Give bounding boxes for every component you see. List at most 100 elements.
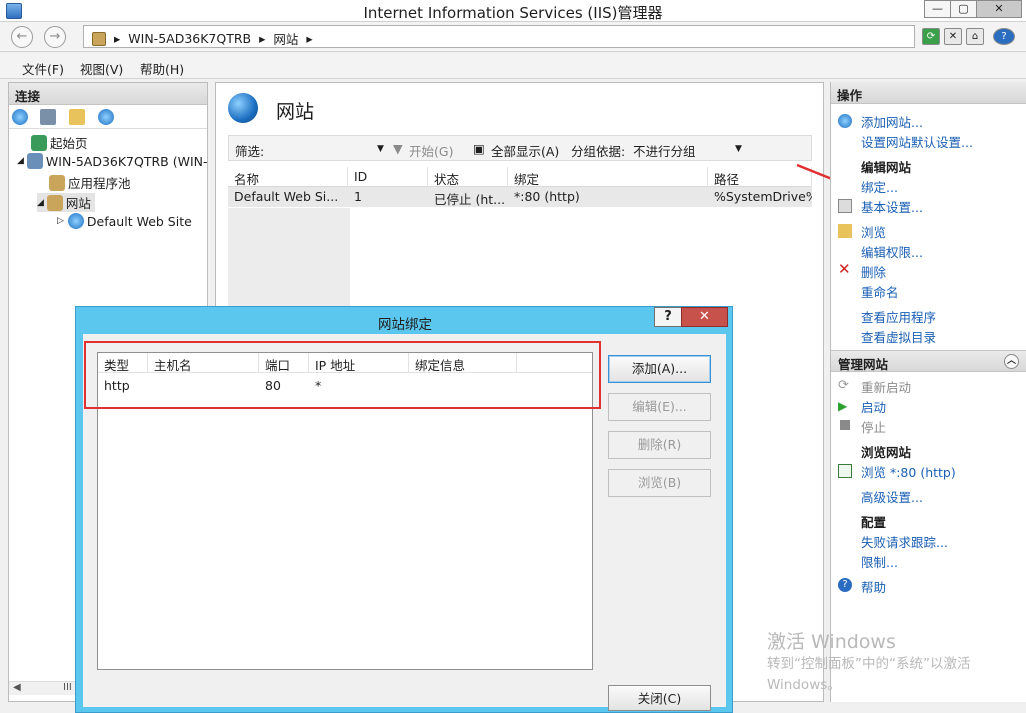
add-binding-button[interactable]: 添加(A)... — [608, 355, 711, 383]
save-icon[interactable] — [40, 109, 56, 125]
forward-button[interactable]: → — [44, 26, 66, 48]
browse-binding-button[interactable]: 浏览(B) — [608, 469, 711, 497]
rename-link[interactable]: 重命名 — [861, 282, 899, 301]
menu-file[interactable]: 文件(F) — [22, 59, 64, 78]
maximize-button[interactable]: ▢ — [950, 0, 977, 18]
filter-label: 筛选: — [235, 144, 265, 159]
start-page-icon — [31, 134, 47, 151]
start-icon: ▶ — [838, 399, 848, 413]
disconnect-icon[interactable] — [98, 109, 114, 125]
edit-binding-button[interactable]: 编辑(E)... — [608, 393, 711, 421]
cell-name: Default Web Si... — [234, 189, 339, 204]
browse-http-link[interactable]: 浏览 *:80 (http) — [861, 462, 956, 481]
help-link[interactable]: 帮助 — [861, 577, 886, 596]
group-by-select[interactable]: 不进行分组 — [633, 141, 696, 160]
address-row: ← → ▸ WIN-5AD36K7QTRB ▸ 网站 ▸ ⟳ ✕ ⌂ ? — [0, 22, 1026, 52]
activation-watermark-text: 转到“控制面板”中的“系统”以激活 Windows。 — [767, 654, 970, 696]
collapse-arrow-icon[interactable]: ▷ — [57, 216, 64, 226]
tree-item-default-site[interactable]: ▷ Default Web Site — [57, 213, 192, 229]
sites-folder-icon — [46, 194, 63, 211]
cell-id: 1 — [354, 189, 362, 204]
show-all-button[interactable]: 全部显示(A) — [491, 141, 559, 160]
red-highlight-box — [84, 341, 601, 409]
config-heading: 配置 — [861, 515, 887, 530]
actions-header: 操作 — [831, 82, 1026, 104]
start-filter-button[interactable]: 开始(G) — [409, 141, 453, 160]
basic-settings-icon — [838, 199, 852, 213]
col-binding[interactable]: 绑定 — [508, 167, 708, 187]
server-icon — [26, 153, 43, 169]
dialog-body: 类型 主机名 端口 IP 地址 绑定信息 http 80 * 添加(A)... … — [83, 334, 726, 711]
breadcrumb-separator-icon: ▸ — [259, 31, 266, 46]
dialog-help-button[interactable]: ? — [654, 307, 682, 327]
expand-icon[interactable]: ◢ — [37, 198, 44, 208]
delete-icon: ✕ — [838, 260, 851, 278]
restart-icon: ⟳ — [838, 378, 849, 393]
stop-link[interactable]: 停止 — [861, 417, 886, 436]
sites-grid-header: 名称 ID 状态 绑定 路径 — [228, 167, 812, 187]
back-button[interactable]: ← — [11, 26, 33, 48]
col-name[interactable]: 名称 — [228, 167, 348, 187]
expand-icon[interactable]: ◢ — [17, 156, 24, 166]
col-status[interactable]: 状态 — [428, 167, 508, 187]
breadcrumb-separator-icon: ▸ — [306, 31, 313, 46]
breadcrumb-sites[interactable]: 网站 — [273, 29, 298, 48]
menu-view[interactable]: 视图(V) — [80, 59, 123, 78]
basic-settings-link[interactable]: 基本设置... — [861, 197, 923, 216]
close-dialog-button[interactable]: 关闭(C) — [608, 685, 711, 711]
browse-site-heading: 浏览网站 — [861, 445, 912, 460]
close-window-button[interactable]: ✕ — [976, 0, 1022, 18]
set-defaults-link[interactable]: 设置网站默认设置... — [861, 132, 973, 151]
view-apps-link[interactable]: 查看应用程序 — [861, 307, 936, 326]
server-icon — [92, 31, 106, 46]
cell-status: 已停止 (ht... — [434, 192, 506, 207]
col-id[interactable]: ID — [348, 167, 428, 187]
add-site-icon — [838, 114, 852, 128]
watermark-line: 转到“控制面板”中的“系统”以激活 — [767, 656, 971, 672]
minimize-button[interactable]: — — [924, 0, 951, 18]
remove-binding-button[interactable]: 删除(R) — [608, 431, 711, 459]
view-vdirs-link[interactable]: 查看虚拟目录 — [861, 327, 936, 346]
browse-link[interactable]: 浏览 — [861, 222, 886, 241]
page-title: 网站 — [276, 101, 315, 123]
show-all-icon: ▣ — [473, 141, 485, 156]
activation-watermark-title: 激活 Windows — [767, 631, 896, 653]
refresh-icon[interactable]: ⟳ — [922, 28, 940, 45]
start-link[interactable]: 启动 — [861, 397, 886, 416]
home-icon[interactable]: ⌂ — [966, 28, 984, 45]
help-icon[interactable]: ? — [993, 28, 1015, 45]
scroll-left-icon[interactable]: ◀ — [13, 682, 21, 693]
globe-icon — [67, 213, 84, 229]
bindings-link[interactable]: 绑定... — [861, 177, 898, 196]
limits-link[interactable]: 限制... — [861, 552, 898, 571]
chevron-down-icon[interactable]: ▼ — [735, 144, 742, 154]
filter-bar: 筛选: ▼ ▼ 开始(G) ▣ 全部显示(A) 分组依据: 不进行分组 ▼ — [228, 135, 812, 161]
tree-item-app-pools[interactable]: 应用程序池 — [49, 173, 131, 192]
breadcrumb-server[interactable]: WIN-5AD36K7QTRB — [128, 31, 251, 46]
manage-site-header: 管理网站 ︿ — [831, 350, 1026, 372]
filter-funnel-icon: ▼ — [393, 141, 403, 156]
failed-request-tracing-link[interactable]: 失败请求跟踪... — [861, 532, 948, 551]
scroll-thumb[interactable]: III — [63, 682, 72, 693]
collapse-icon[interactable]: ︿ — [1004, 354, 1019, 369]
add-site-link[interactable]: 添加网站... — [861, 112, 923, 131]
table-row[interactable]: Default Web Si... 1 已停止 (ht... *:80 (htt… — [228, 187, 812, 207]
dialog-close-button[interactable]: ✕ — [681, 307, 728, 327]
filter-dropdown-icon[interactable]: ▼ — [377, 144, 384, 154]
stop-square-icon — [840, 420, 850, 430]
connections-header: 连接 — [9, 83, 207, 105]
tree-item-server[interactable]: ◢ WIN-5AD36K7QTRB (WIN- — [17, 153, 208, 169]
app-pool-icon — [49, 174, 65, 191]
tree-item-sites[interactable]: ◢ 网站 — [37, 193, 95, 212]
menu-help[interactable]: 帮助(H) — [140, 59, 184, 78]
advanced-settings-link[interactable]: 高级设置... — [861, 487, 923, 506]
stop-icon[interactable]: ✕ — [944, 28, 962, 45]
connect-icon[interactable] — [12, 109, 28, 125]
restart-link[interactable]: 重新启动 — [861, 377, 911, 396]
address-bar[interactable]: ▸ WIN-5AD36K7QTRB ▸ 网站 ▸ — [83, 25, 915, 48]
edit-permissions-link[interactable]: 编辑权限... — [861, 242, 923, 261]
title-bar: Internet Information Services (IIS)管理器 —… — [0, 0, 1026, 22]
up-folder-icon[interactable] — [69, 109, 85, 125]
tree-item-start-page[interactable]: 起始页 — [31, 133, 88, 152]
delete-link[interactable]: 删除 — [861, 262, 886, 281]
